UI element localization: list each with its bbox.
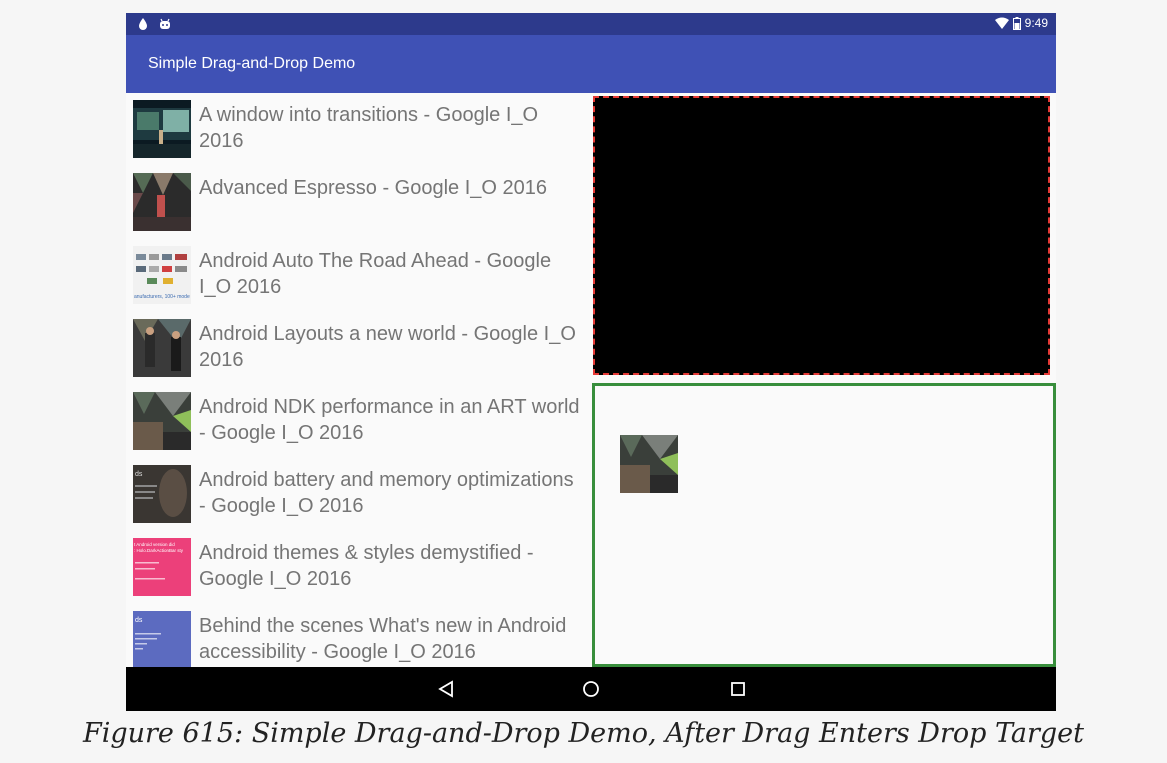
stage-talk-thumbnail[interactable]	[133, 100, 191, 158]
notification-drop-icon	[139, 18, 147, 30]
list-item-title: Advanced Espresso - Google I_O 2016	[199, 177, 547, 199]
list-item[interactable]: t Android version did : Holo.DarkActionB…	[133, 538, 588, 598]
video-player[interactable]	[593, 96, 1050, 375]
drag-shadow-thumbnail[interactable]	[620, 435, 678, 493]
battery-icon	[1012, 16, 1021, 30]
thumbnail-caption: ds	[135, 471, 143, 478]
car-logos-slide-thumbnail[interactable]: anufacturers, 100+ mode	[133, 246, 191, 304]
list-item-title: Android NDK performance in an ART world …	[199, 396, 580, 444]
video-surface	[597, 100, 1046, 371]
list-item[interactable]: anufacturers, 100+ mode Android Auto The…	[133, 246, 588, 306]
home-icon[interactable]	[579, 677, 603, 701]
android-robot-icon	[160, 18, 170, 29]
video-list[interactable]: A window into transitions - Google I_O 2…	[126, 93, 588, 667]
status-indicators: 9:49	[994, 16, 1048, 30]
list-item[interactable]: A window into transitions - Google I_O 2…	[133, 100, 588, 160]
app-title: Simple Drag-and-Drop Demo	[148, 55, 356, 72]
stage-talk-thumbnail[interactable]	[133, 392, 191, 450]
stage-talk-thumbnail[interactable]	[133, 173, 191, 231]
list-item[interactable]: Android NDK performance in an ART world …	[133, 392, 588, 452]
recents-icon[interactable]	[726, 677, 750, 701]
thumbnail-caption: anufacturers, 100+ mode	[134, 294, 190, 300]
status-time: 9:49	[1024, 16, 1048, 30]
status-bar: 9:49	[126, 13, 1056, 35]
two-speakers-thumbnail[interactable]	[133, 319, 191, 377]
list-item-title: Android Layouts a new world - Google I_O…	[199, 323, 576, 371]
status-notifications	[138, 17, 172, 31]
thumbnail-caption: ds	[135, 617, 143, 624]
main-content: A window into transitions - Google I_O 2…	[126, 93, 1056, 667]
navigation-bar	[126, 667, 1056, 711]
wifi-icon	[994, 17, 1009, 29]
list-item[interactable]: ds Behind the scenes What's new in Andro…	[133, 611, 588, 667]
blue-slide-thumbnail[interactable]: ds	[133, 611, 191, 667]
dark-slide-thumbnail[interactable]: ds	[133, 465, 191, 523]
back-icon[interactable]	[434, 677, 458, 701]
figure-caption: Figure 615: Simple Drag-and-Drop Demo, A…	[82, 718, 1085, 749]
list-item-title: A window into transitions - Google I_O 2…	[199, 104, 539, 152]
drop-target[interactable]	[592, 383, 1056, 667]
list-item-title: Android battery and memory optimizations…	[199, 469, 574, 517]
list-item[interactable]: Android Layouts a new world - Google I_O…	[133, 319, 588, 379]
list-item-title: Android themes & styles demystified - Go…	[199, 542, 534, 590]
pink-slide-thumbnail[interactable]: t Android version did : Holo.DarkActionB…	[133, 538, 191, 596]
list-item[interactable]: ds Android battery and memory optimizati…	[133, 465, 588, 525]
app-bar: Simple Drag-and-Drop Demo	[126, 35, 1056, 93]
list-item[interactable]: Advanced Espresso - Google I_O 2016	[133, 173, 588, 233]
list-item-title: Android Auto The Road Ahead - Google I_O…	[199, 250, 552, 298]
list-item-title: Behind the scenes What's new in Android …	[199, 615, 567, 663]
android-device-screen: 9:49 Simple Drag-and-Drop Demo A window …	[126, 13, 1056, 711]
